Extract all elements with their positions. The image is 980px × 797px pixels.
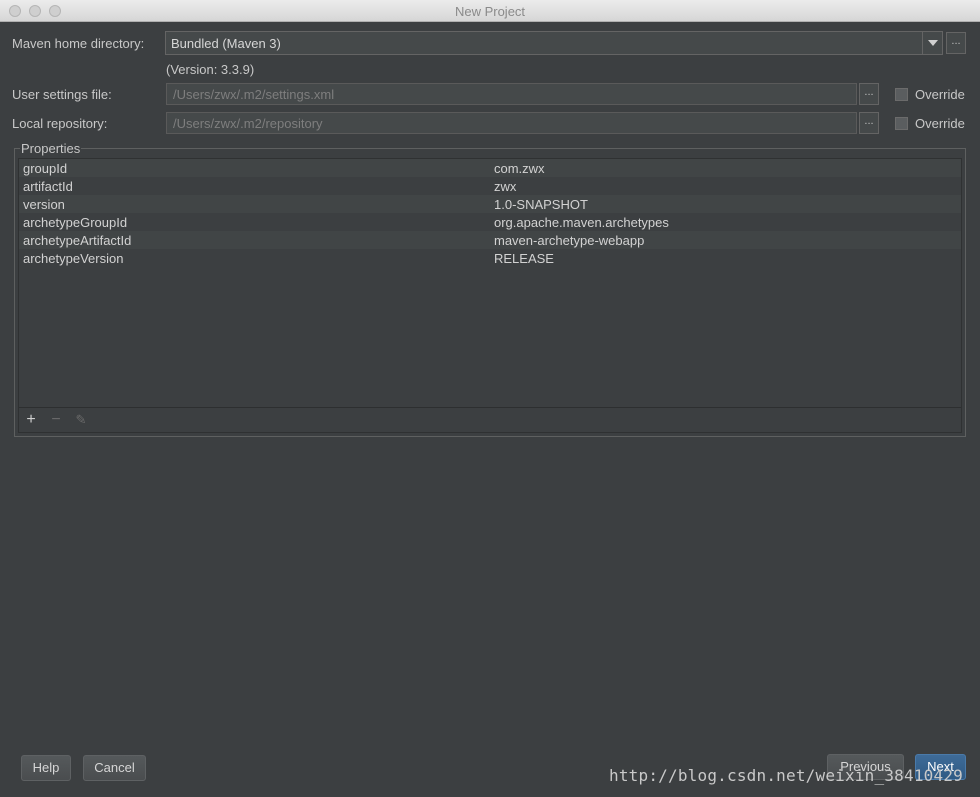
local-repo-override-checkbox[interactable] [895, 117, 908, 130]
chevron-down-icon [927, 40, 938, 46]
maven-home-label: Maven home directory: [12, 36, 145, 51]
local-repo-browse-button[interactable]: ... [859, 112, 879, 134]
property-value: RELEASE [494, 251, 554, 266]
table-row[interactable]: artifactId zwx [19, 177, 961, 195]
property-value: zwx [494, 179, 517, 194]
dropdown-arrow-button[interactable] [922, 32, 942, 54]
property-value: 1.0-SNAPSHOT [494, 197, 588, 212]
local-repo-field[interactable] [166, 112, 857, 134]
property-value: maven-archetype-webapp [494, 233, 645, 248]
property-key: archetypeVersion [23, 251, 124, 266]
local-repo-label: Local repository: [12, 116, 108, 131]
user-settings-override-checkbox[interactable] [895, 88, 908, 101]
properties-title: Properties [20, 141, 82, 156]
maven-version-text: (Version: 3.3.9) [166, 62, 255, 77]
window-titlebar: New Project [0, 0, 980, 22]
user-settings-input[interactable] [167, 84, 856, 104]
user-settings-override-label: Override [915, 87, 965, 102]
user-settings-field[interactable] [166, 83, 857, 105]
property-value: org.apache.maven.archetypes [494, 215, 669, 230]
properties-table: groupId com.zwx artifactId zwx version 1… [18, 158, 962, 433]
property-key: groupId [23, 161, 68, 176]
property-key: archetypeGroupId [23, 215, 128, 230]
local-repo-input[interactable] [167, 113, 856, 133]
table-row[interactable]: version 1.0-SNAPSHOT [19, 195, 961, 213]
maven-home-browse-button[interactable]: ... [946, 32, 966, 54]
table-row[interactable]: archetypeArtifactId maven-archetype-weba… [19, 231, 961, 249]
watermark-text: http://blog.csdn.net/weixin_38410429 [609, 766, 963, 785]
toolbar-divider [19, 407, 961, 408]
property-key: artifactId [23, 179, 73, 194]
property-value: com.zwx [494, 161, 545, 176]
user-settings-label: User settings file: [12, 87, 112, 102]
local-repo-override-label: Override [915, 116, 965, 131]
add-icon[interactable]: + [22, 411, 40, 429]
table-row[interactable]: groupId com.zwx [19, 159, 961, 177]
table-row[interactable]: archetypeGroupId org.apache.maven.archet… [19, 213, 961, 231]
property-key: archetypeArtifactId [23, 233, 132, 248]
table-row[interactable]: archetypeVersion RELEASE [19, 249, 961, 267]
cancel-button[interactable]: Cancel [83, 755, 146, 781]
property-key: version [23, 197, 65, 212]
maven-home-select[interactable]: Bundled (Maven 3) [165, 31, 943, 55]
window-title: New Project [454, 4, 526, 19]
maven-home-value: Bundled (Maven 3) [171, 36, 281, 51]
remove-icon[interactable]: − [47, 411, 65, 429]
edit-icon[interactable]: ✎ [72, 411, 90, 429]
user-settings-browse-button[interactable]: ... [859, 83, 879, 105]
help-button[interactable]: Help [21, 755, 71, 781]
